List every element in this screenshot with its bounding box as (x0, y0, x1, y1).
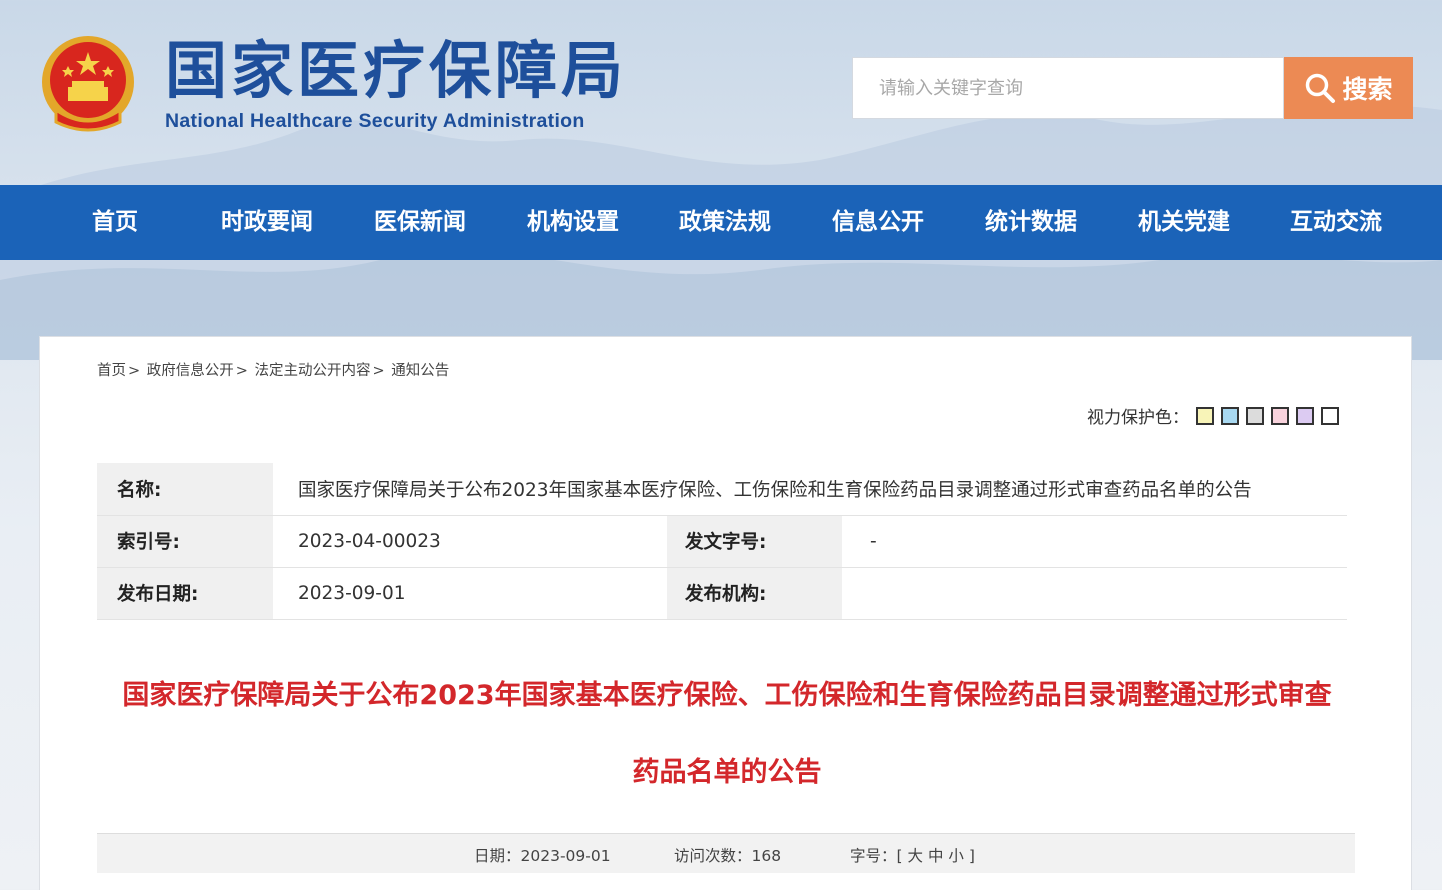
eye-protect-label: 视力保护色： (1087, 408, 1189, 428)
eye-protect-colors: 视力保护色： (1087, 403, 1339, 428)
meta-visits: 访问次数：168 (674, 847, 782, 865)
table-row: 名称: 国家医疗保障局关于公布2023年国家基本医疗保险、工伤保险和生育保险药品… (97, 463, 1347, 516)
nav-item-info-disclosure[interactable]: 信息公开 (808, 185, 948, 260)
breadcrumb: 首页 > 政府信息公开 > 法定主动公开内容 > 通知公告 (97, 363, 450, 379)
org-label: 发布机构: (667, 567, 842, 620)
search-icon (1306, 73, 1336, 103)
nav-item-policies[interactable]: 政策法规 (655, 185, 795, 260)
date-label: 发布日期: (97, 567, 273, 620)
date-value: 2023-09-01 (273, 567, 667, 620)
eye-color-pink[interactable] (1271, 406, 1289, 425)
search-input[interactable] (852, 57, 1284, 119)
nav-item-politics-news[interactable]: 时政要闻 (197, 185, 337, 260)
nav-item-home[interactable]: 首页 (45, 185, 185, 260)
content-panel: 首页 > 政府信息公开 > 法定主动公开内容 > 通知公告 视力保护色： 名称: 国家… (39, 336, 1412, 890)
breadcrumb-notices[interactable]: 通知公告 (391, 363, 449, 379)
article-title-line2: 药品名单的公告 (632, 757, 822, 788)
article-meta-bar: 日期：2023-09-01 访问次数：168 字号：[ 大 中 小 ] (97, 833, 1355, 873)
breadcrumb-mandatory-disclosure[interactable]: 法定主动公开内容 (255, 363, 371, 379)
eye-color-blue[interactable] (1221, 406, 1239, 425)
index-value: 2023-04-00023 (273, 515, 667, 568)
eye-color-yellow[interactable] (1196, 406, 1214, 425)
nav-item-healthcare-news[interactable]: 医保新闻 (350, 185, 490, 260)
eye-color-white[interactable] (1321, 406, 1339, 425)
meta-date: 日期：2023-09-01 (474, 847, 611, 865)
meta-font-size: 字号：[ 大 中 小 ] (850, 847, 975, 865)
docno-label: 发文字号: (667, 515, 842, 568)
site-header: 国家医疗保障局 National Healthcare Security Adm… (0, 0, 1442, 185)
site-logo-title: 国家医疗保障局 (165, 34, 628, 107)
article-title-line1: 国家医疗保障局关于公布2023年国家基本医疗保险、工伤保险和生育保险药品目录调整… (122, 680, 1332, 711)
table-row: 发布日期: 2023-09-01 发布机构: (97, 567, 1347, 620)
table-row: 索引号: 2023-04-00023 发文字号: - (97, 515, 1347, 568)
font-size-small[interactable]: 小 (948, 847, 964, 865)
document-info-table: 名称: 国家医疗保障局关于公布2023年国家基本医疗保险、工伤保险和生育保险药品… (97, 463, 1347, 620)
breadcrumb-home[interactable]: 首页 (97, 363, 126, 379)
font-size-large[interactable]: 大 (908, 847, 924, 865)
nav-item-statistics[interactable]: 统计数据 (961, 185, 1101, 260)
main-nav: 首页 时政要闻 医保新闻 机构设置 政策法规 信息公开 统计数据 机关党建 互动… (0, 185, 1442, 260)
name-label: 名称: (97, 463, 273, 516)
breadcrumb-gov-info[interactable]: 政府信息公开 (147, 363, 234, 379)
site-logo-subtitle: National Healthcare Security Administrat… (165, 110, 585, 132)
nav-item-party-building[interactable]: 机关党建 (1114, 185, 1254, 260)
docno-value: - (842, 515, 1347, 568)
search-button-label: 搜索 (1342, 75, 1393, 104)
search-button[interactable]: 搜索 (1284, 57, 1413, 119)
nav-item-interaction[interactable]: 互动交流 (1266, 185, 1406, 260)
article-title: 国家医疗保障局关于公布2023年国家基本医疗保险、工伤保险和生育保险药品目录调整… (97, 657, 1357, 811)
index-label: 索引号: (97, 515, 273, 568)
name-value: 国家医疗保障局关于公布2023年国家基本医疗保险、工伤保险和生育保险药品目录调整… (273, 463, 1347, 516)
nav-item-organization[interactable]: 机构设置 (503, 185, 643, 260)
eye-color-gray[interactable] (1246, 406, 1264, 425)
org-value (842, 567, 1347, 620)
font-size-medium[interactable]: 中 (928, 847, 944, 865)
national-emblem-icon (42, 36, 134, 132)
eye-color-purple[interactable] (1296, 406, 1314, 425)
